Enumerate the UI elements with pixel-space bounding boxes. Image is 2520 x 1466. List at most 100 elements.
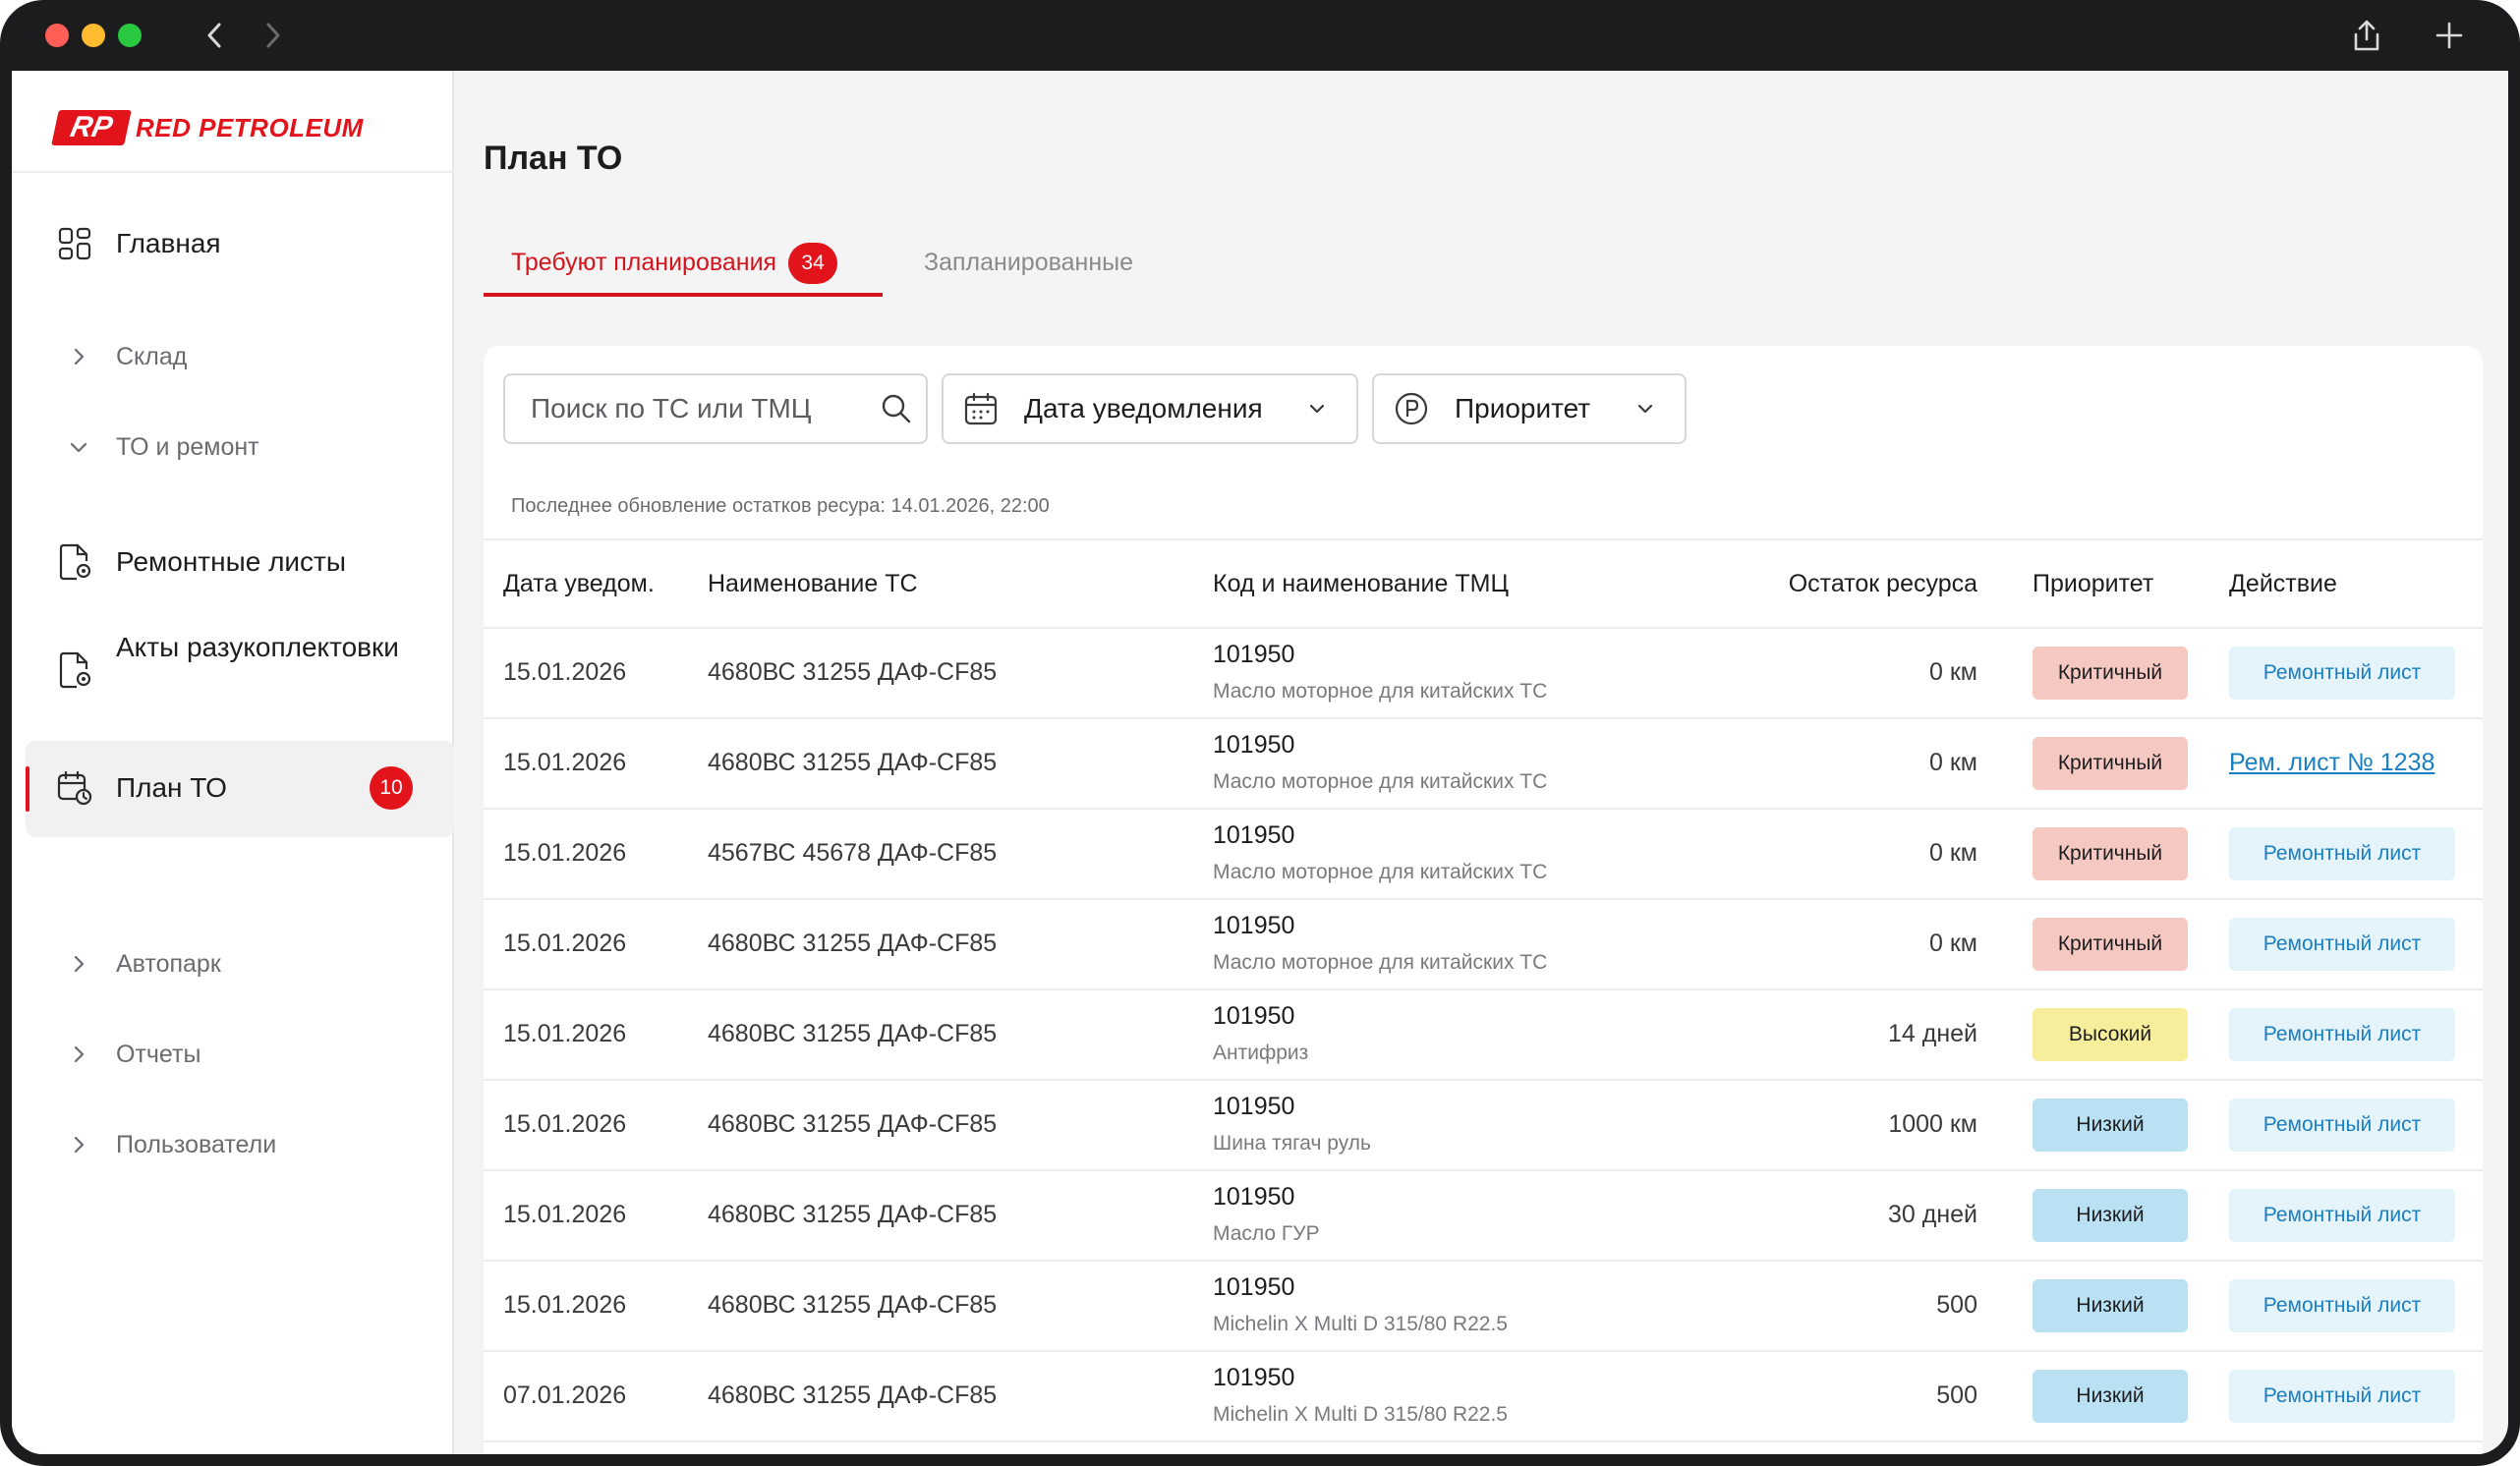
priority-badge: Низкий [2033,1189,2188,1242]
document-gear-icon [55,542,94,582]
column-header[interactable]: Приоритет [2033,540,2153,627]
item-name: Шина тягач руль [1213,1132,1371,1155]
sidebar: RP RED PETROLEUM Главная Склад ТО и ремо… [12,71,454,1454]
item-code: 101950 [1213,641,1295,668]
browser-window: RP RED PETROLEUM Главная Склад ТО и ремо… [0,0,2520,1466]
table-row[interactable]: 15.01.2026 4680ВС 31255 ДАФ-CF85 101950 … [484,990,2483,1081]
repair-sheet-link[interactable]: Рем. лист № 1238 [2229,749,2434,777]
sidebar-item-warehouse[interactable]: Склад [12,332,454,381]
sidebar-item-label: Склад [116,343,188,370]
vehicle-name: 4680ВС 31255 ДАФ-CF85 [708,1020,998,1047]
sidebar-item-users[interactable]: Пользователи [12,1120,454,1169]
repair-sheet-button[interactable]: Ремонтный лист [2229,647,2455,700]
sidebar-item-label: Акты разукоплектовки [116,632,399,662]
logo-mark: RP [51,110,132,145]
calendar-icon [963,391,999,426]
notify-date: 15.01.2026 [503,930,627,957]
sidebar-item-maintenance[interactable]: ТО и ремонт [12,423,454,472]
column-header[interactable]: Дата уведом. [503,540,655,627]
chevron-right-icon [67,1043,90,1066]
table-row[interactable]: 15.01.2026 4680ВС 31255 ДАФ-CF85 101950 … [484,900,2483,990]
chevron-right-icon [67,1133,90,1156]
resource-remaining: 30 дней [1887,1201,1977,1228]
table-row[interactable]: 15.01.2026 4680ВС 31255 ДАФ-CF85 101950 … [484,1081,2483,1171]
sidebar-item-home[interactable]: Главная [12,214,454,273]
sidebar-item-label: Автопарк [116,950,221,978]
new-tab-button[interactable] [2430,16,2469,55]
repair-sheet-button[interactable]: Ремонтный лист [2229,1008,2455,1061]
priority-icon [1394,391,1429,426]
priority-badge: Низкий [2033,1370,2188,1423]
sidebar-item-repair-sheets[interactable]: Ремонтные листы [12,533,454,592]
table-row[interactable]: 15.01.2026 4680ВС 31255 ДАФ-CF85 101950 … [484,719,2483,810]
resource-remaining: 0 км [1929,839,1977,867]
forward-button[interactable] [254,16,293,55]
repair-sheet-button[interactable]: Ремонтный лист [2229,1099,2455,1152]
priority-filter-label: Приоритет [1455,393,1591,423]
vehicle-name: 4680ВС 31255 ДАФ-CF85 [708,1110,998,1138]
date-filter-dropdown[interactable]: Дата уведомления [942,373,1358,444]
minimize-window-button[interactable] [82,24,105,47]
table-row[interactable]: 07.01.2026 4680ВС 31255 ДАФ-CF85 101950 … [484,1352,2483,1442]
table-row[interactable]: 15.01.2026 4680ВС 31255 ДАФ-CF85 101950 … [484,629,2483,719]
repair-sheet-button[interactable]: Ремонтный лист [2229,1279,2455,1332]
tabs: Требуют планирования 34 Запланированные [484,228,1172,297]
repair-sheet-button[interactable]: Ремонтный лист [2229,827,2455,880]
logo-text: RED PETROLEUM [136,112,364,142]
notify-date: 15.01.2026 [503,1110,627,1138]
priority-badge: Критичный [2033,737,2188,790]
chevron-down-icon [1628,391,1663,426]
search-input[interactable]: Поиск по ТС или ТМЦ [503,373,928,444]
notify-date: 15.01.2026 [503,749,627,776]
priority-badge: Критичный [2033,827,2188,880]
repair-sheet-button[interactable]: Ремонтный лист [2229,918,2455,971]
resource-remaining: 500 [1936,1381,1977,1409]
item-name: Масло моторное для китайских ТС [1213,951,1548,974]
vehicle-name: 4680ВС 31255 ДАФ-CF85 [708,930,998,957]
item-code: 101950 [1213,821,1295,849]
table-row[interactable]: 15.01.2026 4680ВС 31255 ДАФ-CF85 101950 … [484,1262,2483,1352]
item-name: Масло моторное для китайских ТС [1213,770,1548,793]
notify-date: 15.01.2026 [503,839,627,867]
column-header[interactable]: Остаток ресурса [1789,540,1977,627]
tab-planned[interactable]: Запланированные [924,228,1133,297]
logo[interactable]: RP RED PETROLEUM [51,110,364,145]
repair-sheet-button[interactable]: Ремонтный лист [2229,1370,2455,1423]
chevron-right-icon [67,345,90,368]
table-row[interactable]: 15.01.2026 4680ВС 31255 ДАФ-CF85 101950 … [484,1171,2483,1262]
column-header[interactable]: Наименование ТС [708,540,918,627]
column-header[interactable]: Действие [2229,540,2337,627]
resource-remaining: 500 [1936,1291,1977,1319]
sidebar-item-label: Пользователи [116,1131,277,1158]
repair-sheet-button[interactable]: Ремонтный лист [2229,1189,2455,1242]
item-code: 101950 [1213,1093,1295,1120]
table-header: Дата уведом. Наименование ТС Код и наиме… [484,538,2483,629]
sidebar-item-reports[interactable]: Отчеты [12,1030,454,1079]
logo-area: RP RED PETROLEUM [12,71,454,173]
calendar-clock-icon [55,768,94,808]
back-button[interactable] [195,16,234,55]
chevron-down-icon [1299,391,1335,426]
notify-date: 15.01.2026 [503,658,627,686]
tab-needs-planning[interactable]: Требуют планирования 34 [484,228,883,297]
resource-remaining: 0 км [1929,749,1977,776]
close-window-button[interactable] [45,24,69,47]
item-code: 101950 [1213,731,1295,759]
maximize-window-button[interactable] [118,24,142,47]
item-code: 101950 [1213,1364,1295,1391]
sidebar-item-disassembly-acts[interactable]: Акты разукоплектовки [12,621,454,719]
sidebar-item-label: Ремонтные листы [116,546,346,577]
priority-filter-dropdown[interactable]: Приоритет [1372,373,1687,444]
item-name: Масло моторное для китайских ТС [1213,680,1548,703]
sidebar-item-fleet[interactable]: Автопарк [12,939,454,988]
priority-badge: Критичный [2033,647,2188,700]
vehicle-name: 4567ВС 45678 ДАФ-CF85 [708,839,998,867]
resource-remaining: 1000 км [1888,1110,1977,1138]
vehicle-name: 4680ВС 31255 ДАФ-CF85 [708,658,998,686]
share-button[interactable] [2347,16,2386,55]
table-row[interactable]: 15.01.2026 4567ВС 45678 ДАФ-CF85 101950 … [484,810,2483,900]
column-header[interactable]: Код и наименование ТМЦ [1213,540,1509,627]
item-code: 101950 [1213,912,1295,939]
notify-date: 15.01.2026 [503,1020,627,1047]
search-placeholder: Поиск по ТС или ТМЦ [531,393,812,423]
